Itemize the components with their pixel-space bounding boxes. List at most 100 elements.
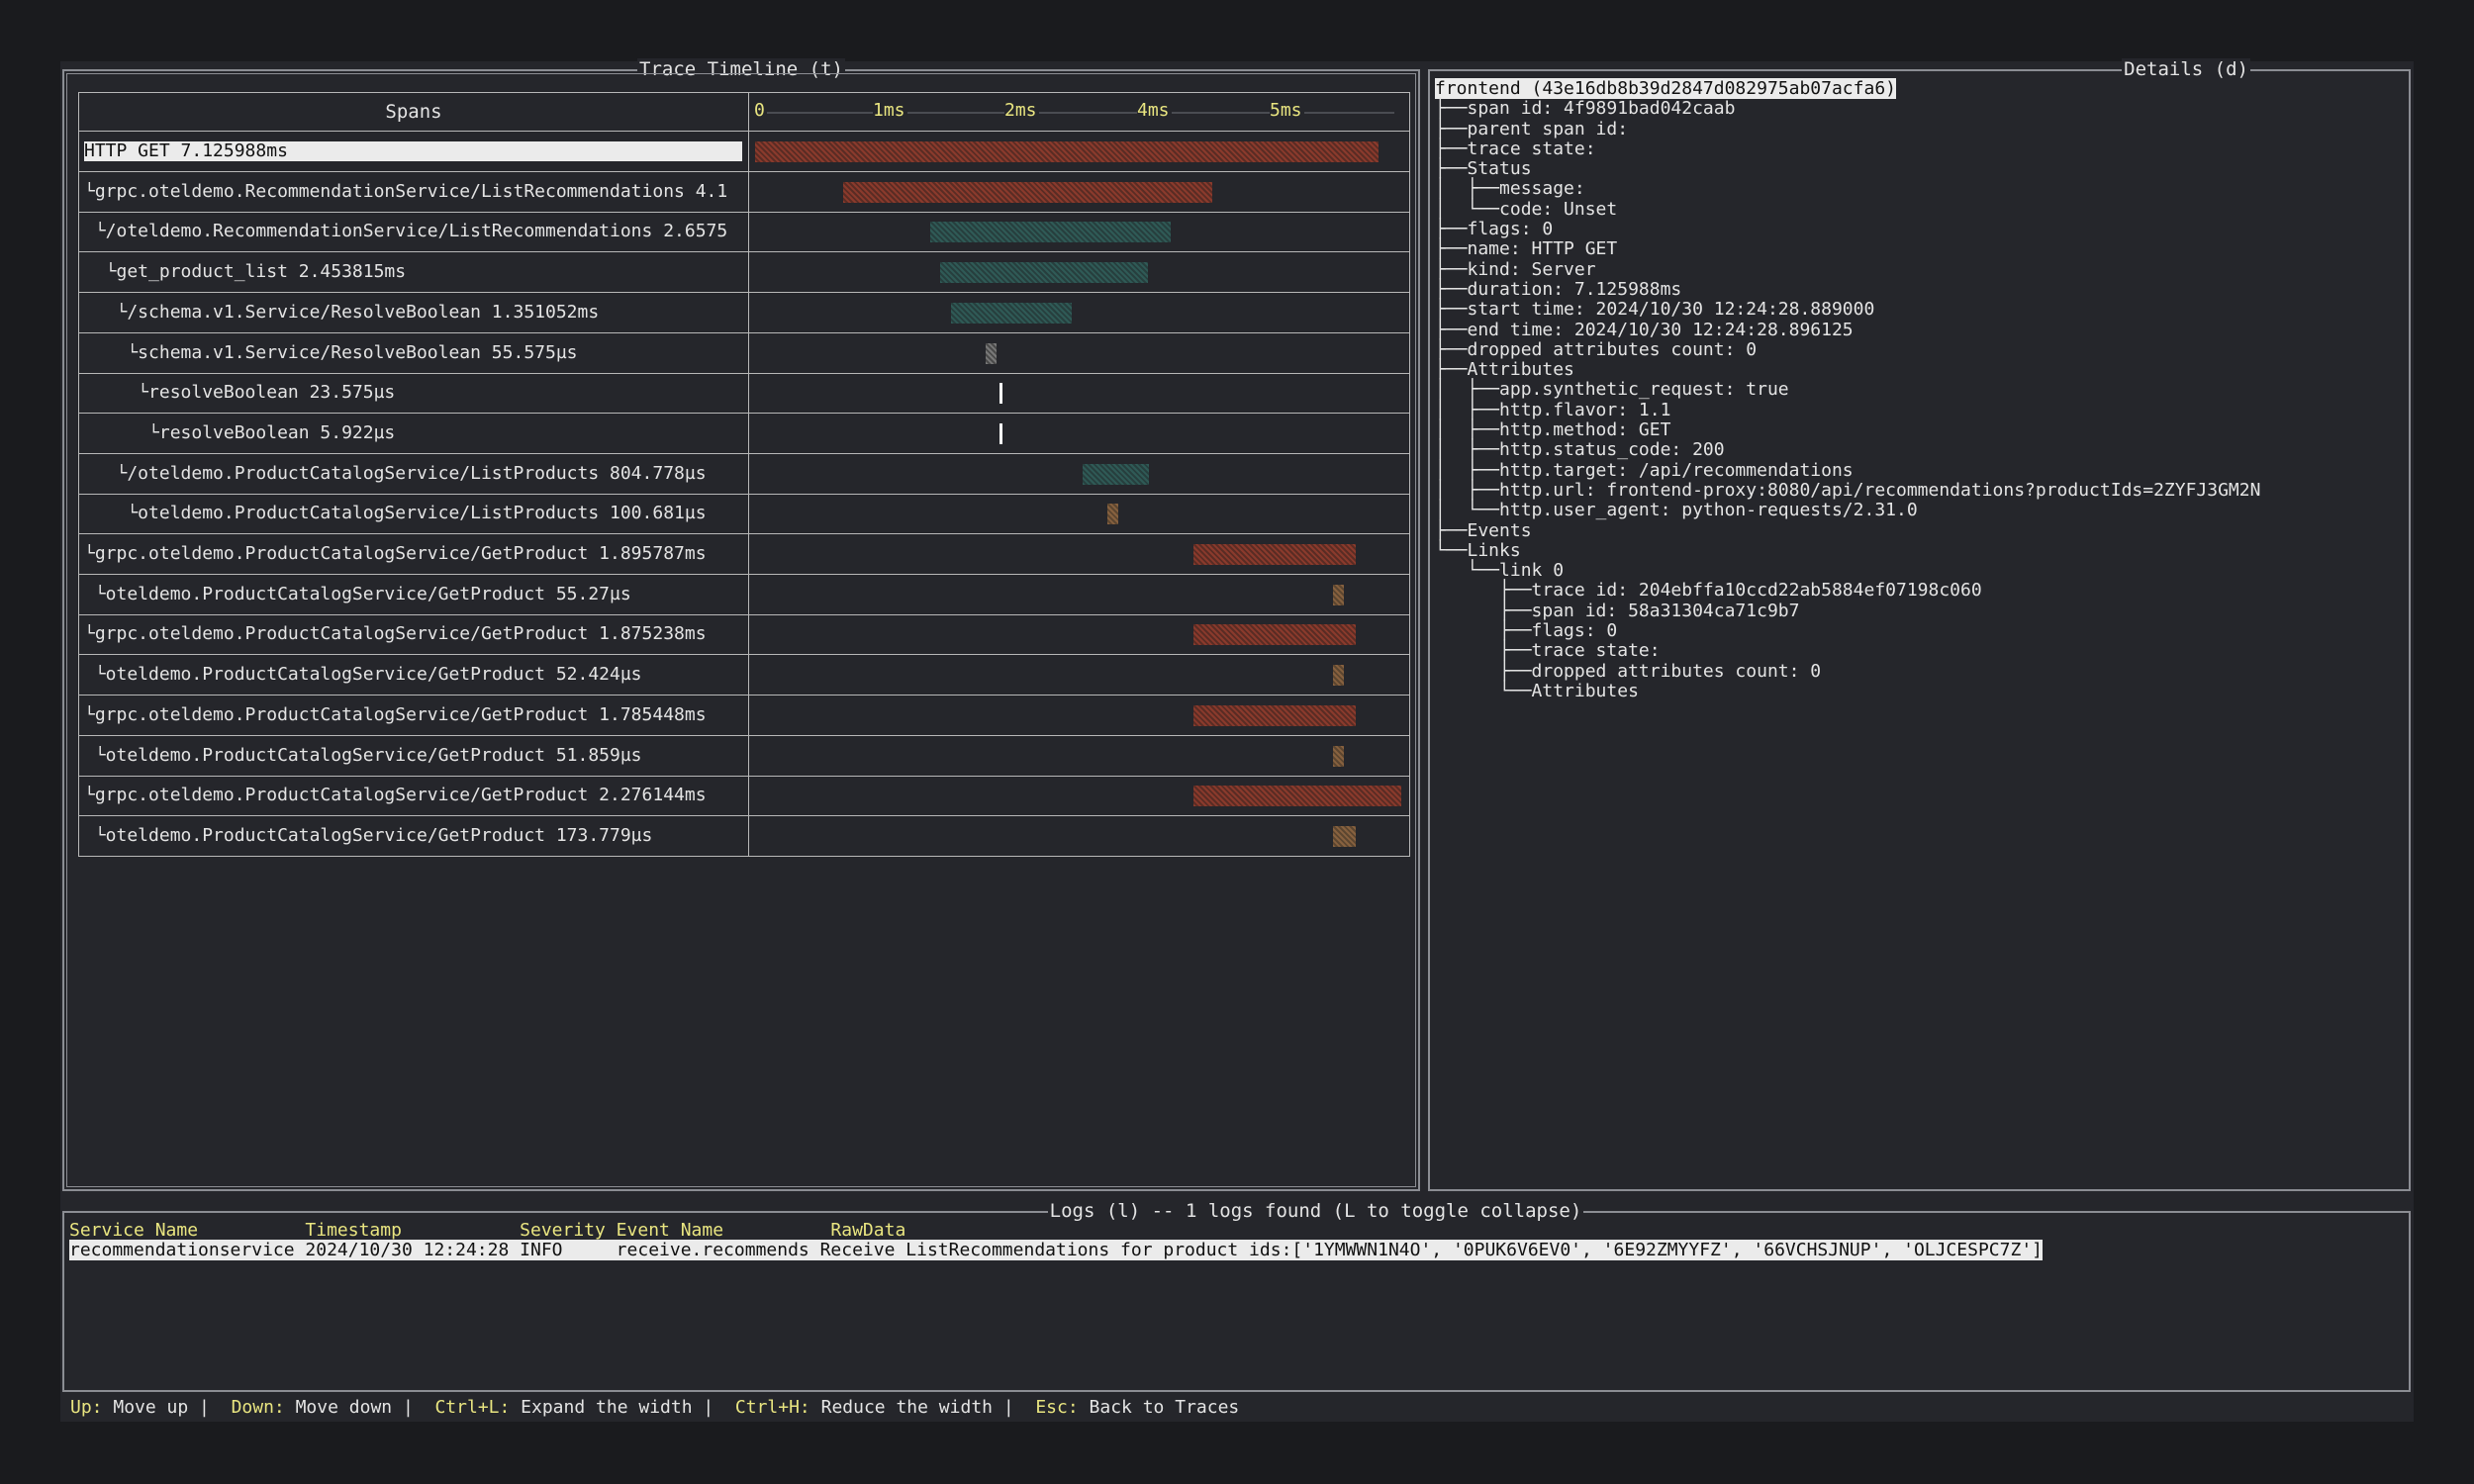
span-row[interactable]: └oteldemo.ProductCatalogService/GetProdu…	[78, 655, 1410, 696]
span-timeline-cell	[748, 332, 1410, 374]
details-tree-node[interactable]: ├──start time: 2024/10/30 12:24:28.88900…	[1435, 300, 2260, 320]
span-duration-bar	[999, 422, 1002, 444]
span-row[interactable]: └/schema.v1.Service/ResolveBoolean 1.351…	[78, 292, 1410, 333]
details-tree-node[interactable]: ├──duration: 7.125988ms	[1435, 278, 2260, 300]
span-row[interactable]: └schema.v1.Service/ResolveBoolean 55.575…	[78, 332, 1410, 374]
span-duration-bar	[1332, 825, 1356, 847]
span-row[interactable]: └grpc.oteldemo.ProductCatalogService/Get…	[78, 776, 1410, 817]
details-tree-node[interactable]: │ ├──http.url: frontend-proxy:8080/api/r…	[1435, 480, 2260, 501]
logs-header: Service Name Timestamp Severity Event Na…	[69, 1220, 906, 1241]
span-name-cell[interactable]: └/oteldemo.ProductCatalogService/ListPro…	[78, 453, 749, 495]
details-node-text: ├──name: HTTP GET	[1435, 238, 1618, 260]
details-tree-node[interactable]: ├──dropped attributes count: 0	[1435, 339, 2260, 360]
span-label: └resolveBoolean 5.922µs	[84, 423, 742, 443]
details-tree-node[interactable]: │ ├──http.status_code: 200	[1435, 440, 2260, 460]
trace-detail-app: Trace Timeline (t) Spans 0 1ms 2ms 4ms 5ms H…	[60, 58, 2414, 1422]
span-label: └grpc.oteldemo.ProductCatalogService/Get…	[84, 786, 742, 805]
spans-table[interactable]: Spans 0 1ms 2ms 4ms 5ms HTTP GET 7.125988ms └…	[78, 92, 1410, 857]
details-tree-node[interactable]: ├──flags: 0	[1435, 620, 2260, 641]
details-node-text: ├──Status	[1435, 158, 1532, 180]
details-node-text: │ ├──http.status_code: 200	[1435, 439, 1725, 461]
details-panel[interactable]: Details (d) frontend (43e16db8b39d2847d0…	[1428, 58, 2411, 1191]
details-tree-node[interactable]: ├──span id: 4f9891bad042caab	[1435, 99, 2260, 119]
details-root-node[interactable]: frontend (43e16db8b39d2847d082975ab07acf…	[1435, 78, 2260, 99]
span-name-cell[interactable]: └resolveBoolean 5.922µs	[78, 413, 749, 454]
details-tree-node[interactable]: ├──name: HTTP GET	[1435, 239, 2260, 259]
details-tree-node[interactable]: ├──Events	[1435, 519, 2260, 541]
details-tree-node[interactable]: ├──kind: Server	[1435, 259, 2260, 280]
span-name-cell[interactable]: └/oteldemo.RecommendationService/ListRec…	[78, 212, 749, 253]
details-tree-node[interactable]: ├──Attributes	[1435, 360, 2260, 380]
details-tree-node[interactable]: │ ├──message:	[1435, 179, 2260, 199]
logs-panel[interactable]: Logs (l) -- 1 logs found (L to toggle co…	[62, 1200, 2411, 1392]
span-name-cell[interactable]: └oteldemo.ProductCatalogService/GetProdu…	[78, 735, 749, 777]
span-duration-bar	[930, 222, 1171, 243]
details-tree-node[interactable]: │ └──http.user_agent: python-requests/2.…	[1435, 501, 2260, 520]
span-duration-bar	[1192, 544, 1356, 565]
span-label-text: └oteldemo.ProductCatalogService/GetProdu…	[84, 665, 642, 686]
span-name-cell[interactable]: └grpc.oteldemo.ProductCatalogService/Get…	[78, 534, 749, 575]
span-row[interactable]: └grpc.oteldemo.ProductCatalogService/Get…	[78, 695, 1410, 736]
span-name-cell[interactable]: └grpc.oteldemo.ProductCatalogService/Get…	[78, 695, 749, 736]
span-row[interactable]: └/oteldemo.ProductCatalogService/ListPro…	[78, 453, 1410, 495]
span-label-text: └grpc.oteldemo.ProductCatalogService/Get…	[84, 704, 707, 725]
details-tree-node[interactable]: ├──Status	[1435, 159, 2260, 179]
span-row[interactable]: └oteldemo.ProductCatalogService/GetProdu…	[78, 574, 1410, 615]
span-label: HTTP GET 7.125988ms	[84, 141, 742, 161]
span-row[interactable]: └oteldemo.ProductCatalogService/GetProdu…	[78, 815, 1410, 857]
span-name-cell[interactable]: └oteldemo.ProductCatalogService/GetProdu…	[78, 655, 749, 696]
span-row[interactable]: └/oteldemo.RecommendationService/ListRec…	[78, 212, 1410, 253]
details-tree-node[interactable]: │ ├──app.synthetic_request: true	[1435, 380, 2260, 400]
span-name-cell[interactable]: └oteldemo.ProductCatalogService/ListProd…	[78, 494, 749, 535]
axis-tick-label: 5ms	[1270, 100, 1304, 121]
details-tree-node[interactable]: ├──flags: 0	[1435, 219, 2260, 239]
span-name-cell[interactable]: └grpc.oteldemo.RecommendationService/Lis…	[78, 171, 749, 213]
details-tree-node[interactable]: ├──trace state:	[1435, 641, 2260, 661]
details-tree-node[interactable]: │ ├──http.method: GET	[1435, 419, 2260, 441]
span-name-cell[interactable]: └schema.v1.Service/ResolveBoolean 55.575…	[78, 332, 749, 374]
span-timeline-cell	[748, 453, 1410, 495]
details-tree-node[interactable]: │ └──code: Unset	[1435, 199, 2260, 220]
span-row[interactable]: └grpc.oteldemo.ProductCatalogService/Get…	[78, 614, 1410, 656]
details-node-text: ├──Events	[1435, 519, 1532, 541]
details-tree-node[interactable]: │ ├──http.flavor: 1.1	[1435, 400, 2260, 420]
span-name-cell[interactable]: └resolveBoolean 23.575µs	[78, 373, 749, 415]
details-tree-node[interactable]: ├──trace id: 204ebffa10ccd22ab5884ef0719…	[1435, 581, 2260, 601]
logs-table[interactable]: Service Name Timestamp Severity Event Na…	[69, 1221, 2043, 1260]
details-tree-node[interactable]: ├──span id: 58a31304ca71c9b7	[1435, 601, 2260, 621]
log-row[interactable]: recommendationservice 2024/10/30 12:24:2…	[69, 1240, 2043, 1260]
span-row[interactable]: └resolveBoolean 5.922µs	[78, 413, 1410, 454]
span-name-cell[interactable]: └/schema.v1.Service/ResolveBoolean 1.351…	[78, 292, 749, 333]
details-tree-node[interactable]: ├──end time: 2024/10/30 12:24:28.896125	[1435, 320, 2260, 340]
span-row[interactable]: └oteldemo.ProductCatalogService/GetProdu…	[78, 735, 1410, 777]
details-tree-node[interactable]: ├──trace state:	[1435, 139, 2260, 159]
span-name-cell[interactable]: └oteldemo.ProductCatalogService/GetProdu…	[78, 574, 749, 615]
details-tree-node[interactable]: ├──parent span id:	[1435, 119, 2260, 139]
span-name-cell[interactable]: HTTP GET 7.125988ms	[78, 132, 749, 172]
span-timeline-cell	[748, 292, 1410, 333]
span-label-text: HTTP GET 7.125988ms	[84, 141, 742, 161]
span-label-text: └/schema.v1.Service/ResolveBoolean 1.351…	[84, 302, 600, 323]
span-row[interactable]: └grpc.oteldemo.RecommendationService/Lis…	[78, 171, 1410, 213]
span-row[interactable]: └get_product_list 2.453815ms	[78, 252, 1410, 294]
span-label-text: └oteldemo.ProductCatalogService/GetProdu…	[84, 584, 631, 604]
details-node-text: │ ├──http.method: GET	[1435, 419, 1671, 441]
span-name-cell[interactable]: └grpc.oteldemo.ProductCatalogService/Get…	[78, 776, 749, 817]
span-name-cell[interactable]: └grpc.oteldemo.ProductCatalogService/Get…	[78, 614, 749, 656]
details-node-text: ├──duration: 7.125988ms	[1435, 278, 1682, 300]
details-tree-node[interactable]: ├──dropped attributes count: 0	[1435, 661, 2260, 682]
details-tree-node[interactable]: └──Links	[1435, 540, 2260, 561]
details-tree-node[interactable]: └──link 0	[1435, 560, 2260, 581]
span-row[interactable]: └resolveBoolean 23.575µs	[78, 373, 1410, 415]
details-tree-node[interactable]: └──Attributes	[1435, 681, 2260, 701]
keybinding-key: Ctrl+H:	[734, 1397, 810, 1418]
span-row[interactable]: └grpc.oteldemo.ProductCatalogService/Get…	[78, 534, 1410, 575]
details-tree[interactable]: frontend (43e16db8b39d2847d082975ab07acf…	[1435, 78, 2260, 701]
trace-timeline-panel[interactable]: Trace Timeline (t) Spans 0 1ms 2ms 4ms 5ms H…	[62, 58, 1420, 1191]
span-row[interactable]: HTTP GET 7.125988ms	[78, 132, 1410, 172]
span-row[interactable]: └oteldemo.ProductCatalogService/ListProd…	[78, 494, 1410, 535]
span-name-cell[interactable]: └oteldemo.ProductCatalogService/GetProdu…	[78, 815, 749, 857]
span-label-text: └oteldemo.ProductCatalogService/ListProd…	[84, 504, 707, 524]
span-name-cell[interactable]: └get_product_list 2.453815ms	[78, 252, 749, 294]
details-tree-node[interactable]: │ ├──http.target: /api/recommendations	[1435, 460, 2260, 481]
